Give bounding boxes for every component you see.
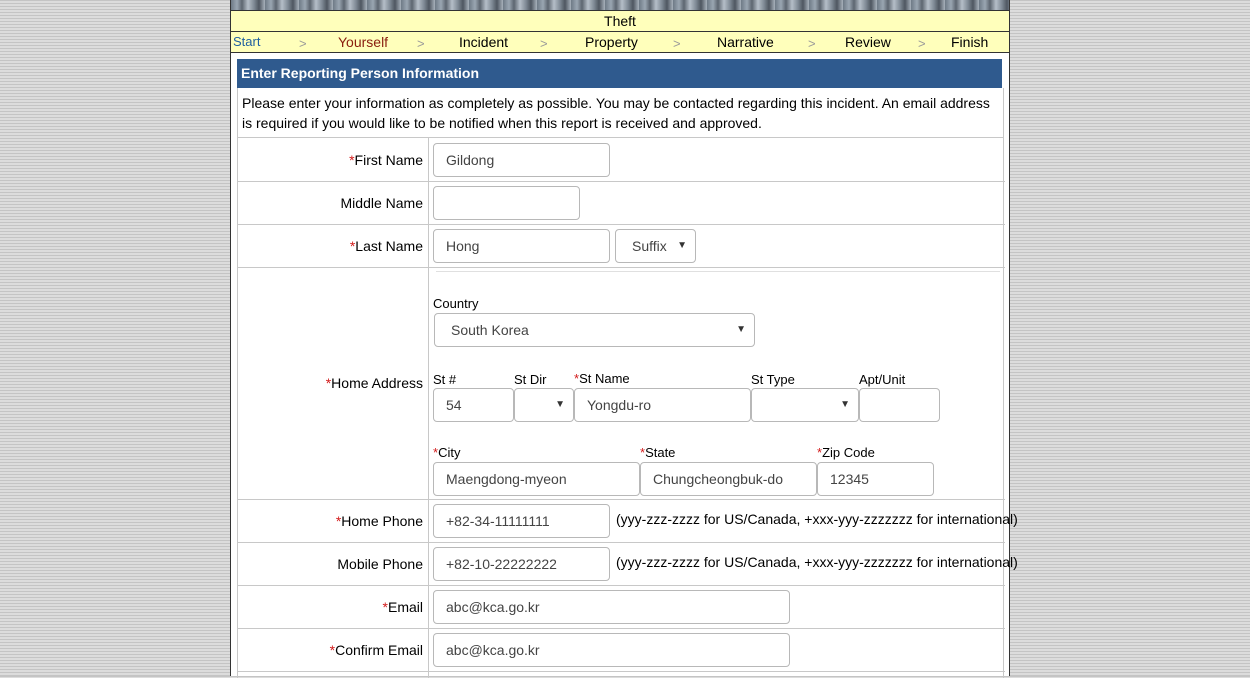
header-banner-image [231, 0, 1009, 10]
step-finish: Finish [951, 34, 989, 50]
chevron-right-icon: > [808, 36, 816, 51]
row-divider [238, 499, 1005, 500]
street-name-label-text: St Name [579, 371, 630, 386]
home-phone-input[interactable]: +82-34-11111111 [433, 504, 610, 538]
city-label-text: City [438, 445, 461, 460]
mobile-phone-format-hint: (yyy-zzz-zzzz for US/Canada, +xxx-yyy-zz… [616, 554, 1018, 570]
chevron-right-icon: > [918, 36, 926, 51]
middle-name-label: Middle Name [340, 195, 423, 211]
confirm-email-input[interactable]: abc@kca.go.kr [433, 633, 790, 667]
middle-name-input[interactable] [433, 186, 580, 220]
chevron-right-icon: > [299, 36, 307, 51]
report-page: Theft Start > Yourself > Incident > Prop… [230, 0, 1018, 678]
confirm-email-label-text: Confirm Email [335, 642, 423, 658]
home-phone-format-hint: (yyy-zzz-zzzz for US/Canada, +xxx-yyy-zz… [616, 511, 1018, 527]
suffix-select-value: Suffix [632, 238, 667, 254]
mobile-phone-label: Mobile Phone [337, 556, 423, 572]
street-type-label: St Type [751, 372, 795, 387]
city-label: *City [433, 445, 460, 460]
email-label-text: Email [387, 599, 423, 615]
confirm-email-label: *Confirm Email [330, 642, 423, 658]
row-divider [238, 628, 1005, 629]
row-divider [238, 224, 1005, 225]
street-name-input[interactable]: Yongdu-ro [574, 388, 751, 422]
step-property: Property [585, 34, 638, 50]
state-label: *State [640, 445, 675, 460]
caret-down-icon: ▼ [555, 399, 565, 410]
email-label: *Email [383, 599, 423, 615]
last-name-label: *Last Name [350, 238, 423, 254]
zip-code-label: *Zip Code [817, 445, 875, 460]
row-divider [238, 181, 1005, 182]
row-divider [238, 267, 1005, 268]
state-label-text: State [645, 445, 676, 460]
country-select-value: South Korea [451, 322, 529, 338]
chevron-right-icon: > [540, 36, 548, 51]
chevron-right-icon: > [673, 36, 681, 51]
zip-code-label-text: Zip Code [822, 445, 875, 460]
chevron-right-icon: > [417, 36, 425, 51]
step-incident: Incident [459, 34, 509, 50]
street-type-select[interactable]: ▼ [751, 388, 859, 422]
row-divider [238, 585, 1005, 586]
label-column-divider [428, 138, 429, 678]
street-name-label: *St Name [574, 371, 630, 386]
caret-down-icon: ▼ [736, 324, 746, 335]
apt-unit-input[interactable] [859, 388, 940, 422]
mobile-phone-input[interactable]: +82-10-22222222 [433, 547, 610, 581]
country-label: Country [433, 296, 479, 311]
step-yourself: Yourself [338, 34, 389, 50]
home-phone-label: *Home Phone [336, 513, 423, 529]
first-name-label-text: First Name [354, 152, 423, 168]
step-review: Review [845, 34, 891, 50]
report-type-title: Theft [231, 10, 1009, 32]
email-input[interactable]: abc@kca.go.kr [433, 590, 790, 624]
country-select[interactable]: South Korea ▼ [434, 313, 755, 347]
section-instructions: Please enter your information as complet… [237, 88, 1004, 138]
row-divider [238, 542, 1005, 543]
home-address-label: *Home Address [326, 375, 423, 391]
street-direction-label: St Dir [514, 372, 547, 387]
first-name-label: *First Name [349, 152, 423, 168]
caret-down-icon: ▼ [840, 399, 850, 410]
step-start[interactable]: Start [233, 32, 260, 52]
street-number-input[interactable]: 54 [433, 388, 514, 422]
last-name-input[interactable]: Hong [433, 229, 610, 263]
last-name-label-text: Last Name [355, 238, 423, 254]
street-number-label: St # [433, 372, 457, 387]
caret-down-icon: ▼ [677, 240, 687, 251]
section-title: Enter Reporting Person Information [237, 59, 1002, 88]
first-name-input[interactable]: Gildong [433, 143, 610, 177]
suffix-select[interactable]: Suffix ▼ [615, 229, 696, 263]
street-direction-select[interactable]: ▼ [514, 388, 574, 422]
reporting-person-form: *First Name Gildong Middle Name *Last Na… [237, 138, 1018, 678]
row-divider [436, 271, 1000, 272]
state-input[interactable]: Chungcheongbuk-do [640, 462, 817, 496]
apt-unit-label: Apt/Unit [859, 372, 906, 387]
step-narrative: Narrative [717, 34, 774, 50]
row-divider [238, 671, 1005, 672]
city-input[interactable]: Maengdong-myeon [433, 462, 640, 496]
home-address-label-text: Home Address [331, 375, 423, 391]
zip-code-input[interactable]: 12345 [817, 462, 934, 496]
wizard-steps: Start > Yourself > Incident > Property >… [231, 32, 1009, 53]
home-phone-label-text: Home Phone [341, 513, 423, 529]
